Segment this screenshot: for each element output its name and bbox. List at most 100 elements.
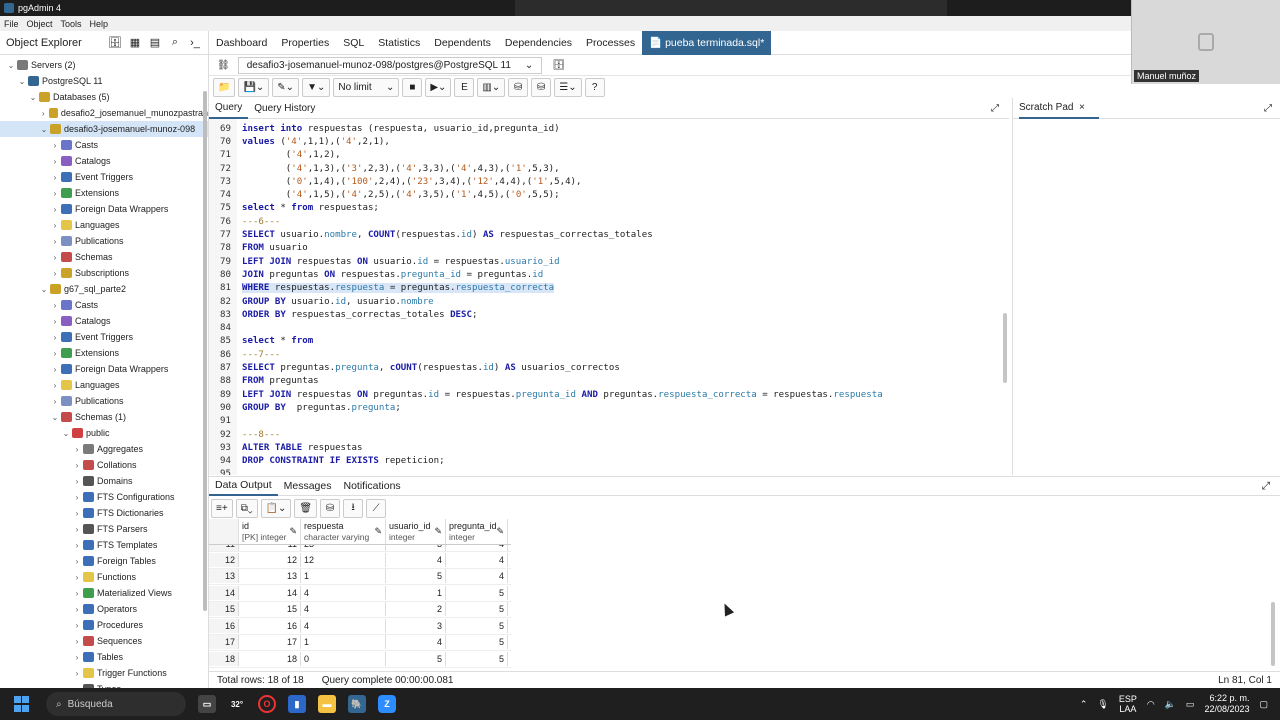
chevron-right-icon[interactable]: › <box>72 637 82 646</box>
tree-item[interactable]: › Sequences <box>0 633 208 649</box>
menu-help[interactable]: Help <box>90 19 109 29</box>
chevron-down-icon[interactable]: ⌄ <box>39 285 49 294</box>
tree-item[interactable]: › FTS Parsers <box>0 521 208 537</box>
rollback-button[interactable]: ⛁ <box>531 77 552 97</box>
tab-data-output[interactable]: Data Output <box>209 476 278 496</box>
scratch-tab[interactable]: Scratch Pad × <box>1019 98 1099 119</box>
tree-item[interactable]: › Extensions <box>0 185 208 201</box>
column-header-usuario-id[interactable]: usuario_id integer ✎ <box>386 519 446 544</box>
cell-respuesta[interactable]: 1 <box>301 635 386 650</box>
chevron-right-icon[interactable]: › <box>72 589 82 598</box>
code-line[interactable]: 78 FROM usuario <box>209 242 1009 255</box>
edit-pencil-icon[interactable]: ✎ <box>374 526 382 537</box>
chevron-down-icon[interactable]: ⌄ <box>6 61 16 70</box>
language-indicator[interactable]: ESP LAA <box>1119 694 1137 714</box>
chevron-down-icon[interactable]: ⌄ <box>61 429 71 438</box>
chevron-right-icon[interactable]: › <box>72 541 82 550</box>
add-row-button[interactable]: ≡+ <box>211 498 233 518</box>
notification-icon[interactable]: ▢ <box>1259 699 1268 710</box>
code-line[interactable]: 81 WHERE respuestas.respuesta = preguntas… <box>209 282 1009 295</box>
code-line[interactable]: 88 FROM preguntas <box>209 375 1009 388</box>
code-line[interactable]: 90 GROUP BY preguntas.pregunta; <box>209 401 1009 414</box>
chevron-right-icon[interactable]: › <box>39 109 48 118</box>
chevron-right-icon[interactable]: › <box>50 205 60 214</box>
microphone-icon[interactable]: 🎙 <box>1097 699 1108 710</box>
cell-pregunta-id[interactable]: 4 <box>446 545 508 551</box>
tab-query[interactable]: Query <box>209 98 249 119</box>
connection-select[interactable]: desafio3-josemanuel-munoz-098/postgres@P… <box>237 56 543 74</box>
tree-item[interactable]: › FTS Configurations <box>0 489 208 505</box>
edit-button[interactable]: ✎⌄ <box>272 77 300 97</box>
table-view-icon[interactable]: ▦ <box>128 36 142 50</box>
code-line[interactable]: 70 values ('4',1,1),('4',2,1), <box>209 135 1009 148</box>
table-row[interactable]: 17 17 1 4 5 <box>209 635 511 651</box>
cell-usuario-id[interactable]: 5 <box>386 651 446 666</box>
chevron-right-icon[interactable]: › <box>72 573 82 582</box>
chevron-right-icon[interactable]: › <box>50 269 60 278</box>
tree-item[interactable]: › Aggregates <box>0 441 208 457</box>
taskbar-search[interactable]: ⌕ Búsqueda <box>46 692 186 716</box>
column-header-id[interactable]: id [PK] integer ✎ <box>239 519 301 544</box>
chevron-right-icon[interactable]: › <box>72 557 82 566</box>
cell-usuario-id[interactable]: 4 <box>386 635 446 650</box>
cell-usuario-id[interactable]: 3 <box>386 618 446 633</box>
clock[interactable]: 6:22 p. m. 22/08/2023 <box>1204 693 1249 715</box>
column-header-respuesta[interactable]: respuesta character varying ✎ <box>301 519 386 544</box>
download-icon[interactable]: ⭳ <box>343 498 364 518</box>
code-line[interactable]: 74 ('4',1,5),('4',2,5),('4',3,5),('1',4,… <box>209 189 1009 202</box>
filter-button[interactable]: ▼⌄ <box>302 77 331 97</box>
wifi-icon[interactable]: ◠ <box>1147 699 1155 710</box>
tab-notifications[interactable]: Notifications <box>337 480 406 492</box>
chevron-right-icon[interactable]: › <box>72 445 82 454</box>
tree-item[interactable]: ⌄ desafio3-josemanuel-munoz-098 <box>0 121 208 137</box>
chevron-right-icon[interactable]: › <box>72 621 82 630</box>
cell-pregunta-id[interactable]: 5 <box>446 651 508 666</box>
chevron-right-icon[interactable]: › <box>50 237 60 246</box>
volume-icon[interactable]: 🔈 <box>1165 699 1176 710</box>
tree-item[interactable]: › Procedures <box>0 617 208 633</box>
tree-item[interactable]: › Catalogs <box>0 313 208 329</box>
tree-item[interactable]: ⌄ Servers (2) <box>0 57 208 73</box>
tree-item[interactable]: ⌄ PostgreSQL 11 <box>0 73 208 89</box>
graph-icon[interactable]: ⟋ <box>366 498 387 518</box>
code-line[interactable]: 72 ('4',1,3),('3',2,3),('4',3,3),('4',4,… <box>209 162 1009 175</box>
task-view-icon[interactable]: ▭ <box>198 695 216 713</box>
chevron-down-icon[interactable]: ⌄ <box>28 93 38 102</box>
save-data-button[interactable]: ⛁ <box>320 498 341 518</box>
tree-item[interactable]: › Domains <box>0 473 208 489</box>
code-line[interactable]: 92 ---8--- <box>209 428 1009 441</box>
edit-pencil-icon[interactable]: ✎ <box>496 526 504 537</box>
tree-item[interactable]: › Foreign Data Wrappers <box>0 201 208 217</box>
chevron-right-icon[interactable]: › <box>50 253 60 262</box>
menu-tools[interactable]: Tools <box>61 19 82 29</box>
pgadmin-icon[interactable]: 🐘 <box>348 695 366 713</box>
cell-respuesta[interactable]: 0 <box>301 651 386 666</box>
table-row[interactable]: 15 15 4 2 5 <box>209 602 511 618</box>
code-line[interactable]: 82 GROUP BY usuario.id, usuario.nombre <box>209 295 1009 308</box>
terminal-icon[interactable]: ›_ <box>188 36 202 50</box>
sql-editor[interactable]: 69 insert into respuestas (respuesta, usu… <box>209 119 1009 475</box>
delete-button[interactable]: 🗑 <box>294 498 318 518</box>
open-file-button[interactable]: 📁 <box>213 77 236 97</box>
explorer-scrollbar[interactable] <box>203 91 207 611</box>
tree-item[interactable]: › desafio2_josemanuel_munozpastran <box>0 105 208 121</box>
tab-statistics[interactable]: Statistics <box>371 37 427 49</box>
tab-dependents[interactable]: Dependents <box>427 37 498 49</box>
limit-select[interactable]: No limit ⌄ <box>333 77 400 97</box>
code-line[interactable]: 71 ('4',1,2), <box>209 149 1009 162</box>
table-row[interactable]: 16 16 4 3 5 <box>209 618 511 635</box>
commit-button[interactable]: ⛁ <box>508 77 529 97</box>
edit-pencil-icon[interactable]: ✎ <box>289 526 297 537</box>
tab-query-file[interactable]: 📄 pueba terminada.sql* <box>642 30 772 55</box>
chevron-right-icon[interactable]: › <box>50 317 60 326</box>
chevron-down-icon[interactable]: ⌄ <box>50 413 60 422</box>
chevron-right-icon[interactable]: › <box>72 477 82 486</box>
chevron-right-icon[interactable]: › <box>72 509 82 518</box>
chevron-right-icon[interactable]: › <box>72 461 82 470</box>
code-line[interactable]: 73 ('0',1,4),('100',2,4),('23',3,4),('12… <box>209 175 1009 188</box>
code-line[interactable]: 77 SELECT usuario.nombre, COUNT(respuesta… <box>209 228 1009 241</box>
execute-button[interactable]: ▶⌄ <box>425 77 452 97</box>
output-scrollbar[interactable] <box>1271 602 1275 666</box>
connection-status-icon[interactable]: ⛓ <box>217 60 230 71</box>
code-line[interactable]: 84 <box>209 322 1009 335</box>
